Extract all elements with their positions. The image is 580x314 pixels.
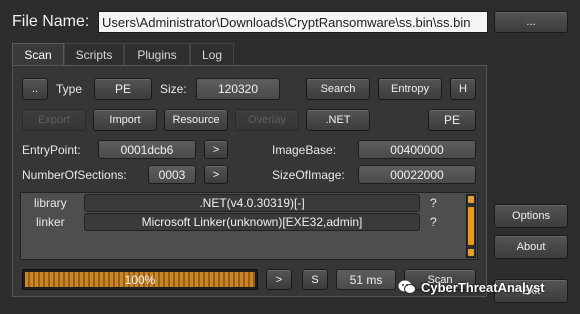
s-button[interactable]: S: [302, 269, 328, 290]
detection-type-linker: linker: [36, 215, 65, 229]
type-label: Type: [56, 82, 83, 96]
about-button[interactable]: About: [494, 235, 568, 259]
progress-bar: 100%: [22, 269, 258, 290]
resource-button[interactable]: Resource: [164, 109, 228, 131]
scroll-thumb[interactable]: [468, 207, 474, 245]
detections-scrollbar[interactable]: [466, 194, 476, 258]
net-button[interactable]: .NET: [306, 109, 370, 131]
detection-value-library: .NET(v4.0.30319)[-]: [84, 194, 420, 212]
sections-label: NumberOfSections:: [22, 168, 127, 182]
watermark-text: CyberThreatAnalyst: [421, 279, 545, 295]
file-name-label: File Name:: [12, 13, 90, 30]
detection-info-linker[interactable]: ?: [430, 214, 437, 230]
sizeofimage-label: SizeOfImage:: [272, 168, 345, 182]
imagebase-value: 00400000: [358, 140, 476, 159]
imagebase-label: ImageBase:: [272, 143, 337, 157]
scroll-up-arrow[interactable]: [468, 196, 474, 203]
progress-arrow-button[interactable]: >: [266, 269, 292, 290]
watermark: CyberThreatAnalyst: [398, 276, 568, 298]
tab-scan[interactable]: Scan: [12, 43, 64, 65]
export-button[interactable]: Export: [22, 109, 86, 131]
detection-value-linker: Microsoft Linker(unknown)[EXE32,admin]: [84, 213, 420, 231]
entrypoint-value: 0001dcb6: [98, 140, 196, 159]
size-label: Size:: [160, 82, 187, 96]
tab-plugins[interactable]: Plugins: [124, 43, 190, 65]
detection-type-library: library: [34, 196, 67, 210]
options-button[interactable]: Options: [494, 204, 568, 228]
sizeofimage-value: 00022000: [358, 165, 476, 184]
h-button[interactable]: H: [450, 78, 476, 100]
entrypoint-arrow-button[interactable]: >: [204, 140, 228, 159]
browse-button[interactable]: ...: [494, 11, 568, 33]
file-path-field[interactable]: Users\Administrator\Downloads\CryptRanso…: [98, 11, 488, 33]
size-value: 120320: [196, 78, 280, 100]
sections-value: 0003: [148, 165, 196, 184]
scroll-down-arrow[interactable]: [468, 249, 474, 256]
search-button[interactable]: Search: [306, 78, 370, 100]
progress-text: 100%: [124, 272, 156, 287]
scan-time-value: 51 ms: [336, 269, 396, 290]
wechat-icon: [398, 279, 416, 295]
entropy-button[interactable]: Entropy: [378, 78, 442, 100]
detection-info-library[interactable]: ?: [430, 195, 437, 211]
tab-log[interactable]: Log: [190, 43, 234, 65]
entrypoint-label: EntryPoint:: [22, 143, 81, 157]
type-select[interactable]: PE: [94, 78, 152, 100]
import-button[interactable]: Import: [93, 109, 157, 131]
tab-scripts[interactable]: Scripts: [64, 43, 124, 65]
pe-button[interactable]: PE: [428, 109, 476, 131]
sections-arrow-button[interactable]: >: [204, 165, 228, 184]
file-path-text: Users\Administrator\Downloads\CryptRanso…: [102, 14, 471, 30]
overlay-button[interactable]: Overlay: [235, 109, 299, 131]
dots-button[interactable]: ..: [22, 78, 48, 100]
